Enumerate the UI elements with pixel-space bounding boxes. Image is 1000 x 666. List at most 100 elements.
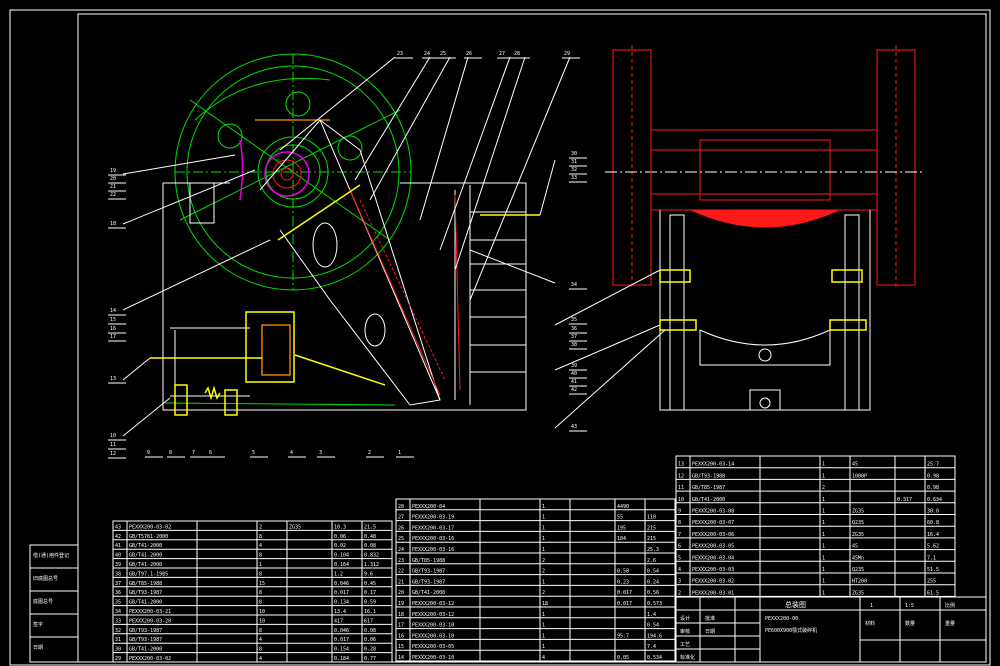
bom-cell: 0.08 xyxy=(364,543,376,549)
bom-cell: 33 xyxy=(115,618,121,624)
balloon-24: 24 xyxy=(424,51,430,57)
bom-cell: ZG35 xyxy=(852,532,864,538)
bom-cell: 95.7 xyxy=(617,633,629,639)
bom-cell: 0.28 xyxy=(364,647,376,653)
connecting-rod xyxy=(277,184,361,241)
balloon-39: 39 xyxy=(571,363,577,369)
balloon-16: 16 xyxy=(110,326,116,332)
bom-cell: 0.98 xyxy=(927,473,939,479)
balloons-right: 30 31 32 33 34 35 36 37 38 39 40 41 42 43 xyxy=(569,151,587,432)
bom-cell: 1000P xyxy=(852,473,867,479)
bom-cell: 38 xyxy=(115,571,121,577)
bom-cell: 7.4 xyxy=(647,644,656,650)
bom-cell: PEXXX200-03-01 xyxy=(692,590,734,596)
bom-cell: 0.48 xyxy=(364,534,376,540)
bom-cell: 45 xyxy=(852,462,858,468)
bom-cell: 32 xyxy=(115,628,121,634)
bom-cell: 0.832 xyxy=(364,553,379,559)
bom-cell: 45Mn xyxy=(852,555,864,561)
bom-cell: GB/T85-1988 xyxy=(129,581,162,587)
bom-cell: Q235 xyxy=(852,567,864,573)
side-register: 借(通)用件登记旧底图总号底图总号签字日期 xyxy=(29,544,79,663)
bom-cell: PEXXX200-03-16 xyxy=(412,547,454,553)
bom-cell: PEXXX200-03-12 xyxy=(412,612,454,618)
bom-cell: 0.24 xyxy=(647,579,659,585)
bom-cell: 1 xyxy=(542,623,545,629)
bom-cell: 37 xyxy=(115,581,121,587)
balloon-36: 36 xyxy=(571,326,577,332)
side-view xyxy=(605,45,925,411)
bom-cell: PEXXX200-03-14 xyxy=(692,462,734,468)
bom-cell: 8 xyxy=(259,600,262,606)
bom-cell: 10 xyxy=(259,618,265,624)
bom-cell: 0.56 xyxy=(647,590,659,596)
bom-cell: 26 xyxy=(398,525,404,531)
bom-cell: GB/T41-2000 xyxy=(412,590,445,596)
bom-cell: PEXXX200-03-02 xyxy=(692,579,734,585)
bom-cell: GB/T41-2000 xyxy=(129,647,162,653)
bom-cell: PEXXX200-03-19 xyxy=(412,515,454,521)
bom-cell: 10 xyxy=(259,609,265,615)
bom-cell: 10.3 xyxy=(334,524,346,530)
bom-cell: GB/T41-2000 xyxy=(129,600,162,606)
bom-cell: PEXXX200-03-20 xyxy=(129,618,171,624)
bom-cell: 1 xyxy=(822,532,825,538)
label-weight: 重量 xyxy=(945,620,955,627)
bom-cell: PEXXX200-03-12 xyxy=(412,601,454,607)
balloon-8: 8 xyxy=(169,450,172,456)
bom-table-middle: 28 PEXXX200-04 1 449027 PEXXX200-03-19 1 55 110… xyxy=(395,498,676,662)
bom-cell: 1 xyxy=(542,504,545,510)
bom-cell: 617 xyxy=(364,618,373,624)
balloon-43: 43 xyxy=(571,424,577,430)
bom-cell: 20 xyxy=(398,590,404,596)
bom-cell: 29 xyxy=(115,656,121,662)
bom-cell: 1.4 xyxy=(647,612,656,618)
bom-cell: GB/T41-2000 xyxy=(129,562,162,568)
bom-cell: 417 xyxy=(334,618,343,624)
bom-cell: 12 xyxy=(678,473,684,479)
bom-cell: 13.4 xyxy=(334,609,346,615)
balloon-30: 30 xyxy=(571,151,577,157)
balloon-19: 19 xyxy=(110,168,116,174)
bom-cell: 0.54 xyxy=(647,623,659,629)
bom-cell: 0.05 xyxy=(617,655,629,661)
bom-cell: PEXXX200-03-04 xyxy=(692,555,734,561)
balloon-3: 3 xyxy=(319,450,322,456)
bom-cell: 36 xyxy=(115,590,121,596)
bom-cell: 21.5 xyxy=(364,524,376,530)
bom-cell: 16.4 xyxy=(927,532,939,538)
bom-cell: 0.17 xyxy=(364,590,376,596)
balloon-11: 11 xyxy=(110,442,116,448)
title-block: 总装图 PEXXX200-00 PE600X900颚式破碎机 1:5 1 设计 … xyxy=(675,596,987,663)
bom-cell: 4 xyxy=(542,655,545,661)
product-name: PE600X900颚式破碎机 xyxy=(765,627,817,634)
bom-cell: 0.54 xyxy=(647,569,659,575)
bom-cell: GB/T93-1987 xyxy=(129,590,162,596)
bom-cell: 0.06 xyxy=(334,534,346,540)
balloon-10: 10 xyxy=(110,433,116,439)
bom-cell: 0.77 xyxy=(364,656,376,662)
bom-cell: PEXXX200-03-06 xyxy=(692,532,734,538)
bom-cell: 35 xyxy=(115,600,121,606)
label-date: 日期 xyxy=(705,629,715,635)
bom-cell: 8 xyxy=(259,553,262,559)
bom-cell: 0.573 xyxy=(647,601,662,607)
bom-cell: PEXXX200-03-21 xyxy=(129,609,171,615)
bom-cell: ZG35 xyxy=(852,590,864,596)
balloons-top: 23 24 25 26 27 28 29 xyxy=(395,51,580,59)
balloon-31: 31 xyxy=(571,159,577,165)
bom-cell: 41 xyxy=(115,543,121,549)
balloon-38: 38 xyxy=(571,342,577,348)
balloon-35: 35 xyxy=(571,317,577,323)
bom-cell: GB/T93-1987 xyxy=(129,628,162,634)
side-label: 旧底图总号 xyxy=(33,575,58,582)
balloon-18: 18 xyxy=(110,221,116,227)
balloon-7: 7 xyxy=(192,450,195,456)
bom-cell: 25.3 xyxy=(647,547,659,553)
bom-cell: 2 xyxy=(678,590,681,596)
balloon-42: 42 xyxy=(571,387,577,393)
bom-cell: 1.312 xyxy=(364,562,379,568)
bom-cell: 0.134 xyxy=(334,600,349,606)
label-quantity: 数量 xyxy=(905,620,915,627)
bom-cell: 43 xyxy=(115,524,121,530)
